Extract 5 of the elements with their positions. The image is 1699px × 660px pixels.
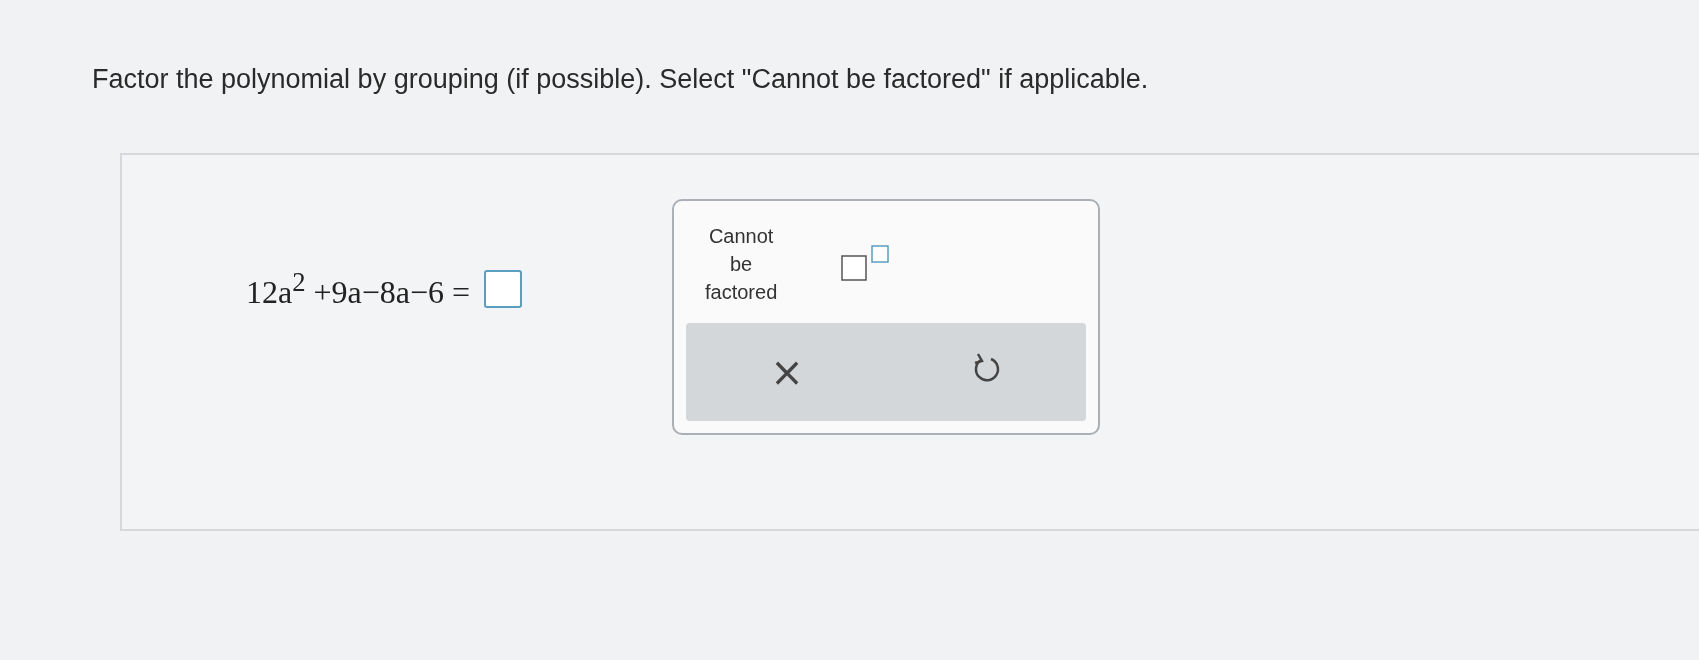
question-text: Factor the polynomial by grouping (if possible). Select "Cannot be factored" if applicable.: [92, 64, 1150, 95]
clear-button[interactable]: ×: [760, 345, 814, 399]
polynomial-expression: 12a$^{2}$ +9a−8a−6 =: [246, 267, 471, 311]
answer-field[interactable]: [484, 269, 523, 308]
cannot-be-factored-button[interactable]: Cannot be factored: [696, 221, 787, 307]
